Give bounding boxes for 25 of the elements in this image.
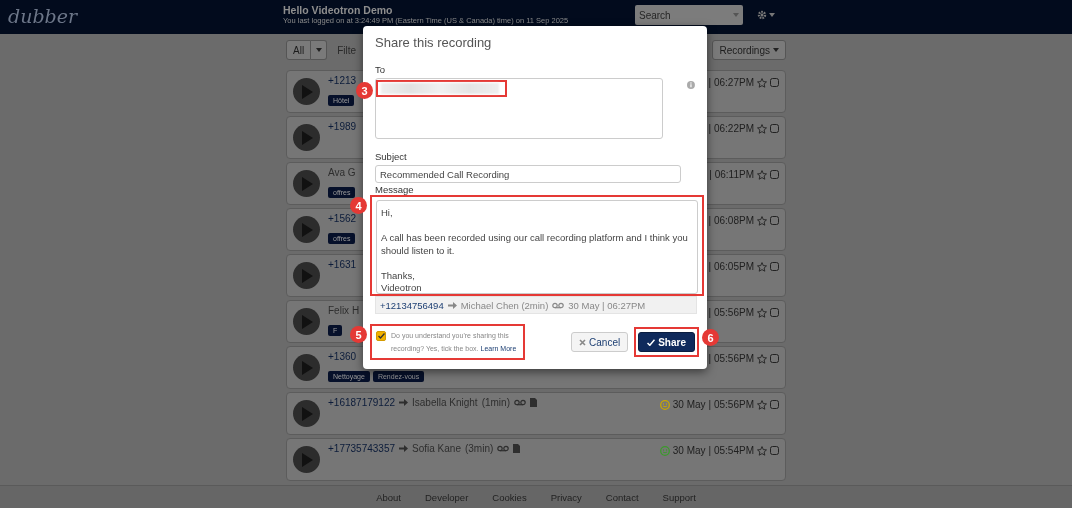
time-text: | 05:56PM	[708, 353, 754, 364]
to-label: To	[375, 64, 387, 75]
step-number: 3	[356, 82, 373, 99]
subject-label: Subject	[375, 151, 408, 162]
time-text: | 06:05PM	[708, 261, 754, 272]
contact-name: Sofia Kane	[412, 443, 461, 454]
duration-text: (3min)	[464, 443, 494, 454]
date-text: 30 May	[672, 445, 706, 456]
contact-name: Isabella Knight	[412, 397, 478, 408]
time-text: | 06:22PM	[708, 123, 754, 134]
step-number: 6	[702, 329, 719, 346]
step-number: 4	[350, 197, 367, 215]
recording-reference: +12134756494 Michael Chen (2min) 30 May | 06:27PM	[375, 296, 697, 314]
dialog-title: Share this recording	[375, 35, 493, 50]
time-text: | 06:11PM	[709, 169, 754, 180]
time-text: | 06:27PM	[708, 77, 754, 88]
date-text: 30 May	[672, 399, 706, 410]
time-text: | 06:08PM	[708, 215, 754, 226]
step-number: 5	[350, 326, 367, 343]
greeting: Hello Videotron Demo	[283, 4, 394, 16]
time-text: | 05:54PM	[708, 445, 754, 456]
time-text: | 05:56PM	[708, 307, 754, 318]
time-text: | 05:56PM	[708, 399, 754, 410]
message-label: Message	[375, 184, 415, 196]
duration-text: (1min)	[481, 397, 510, 408]
